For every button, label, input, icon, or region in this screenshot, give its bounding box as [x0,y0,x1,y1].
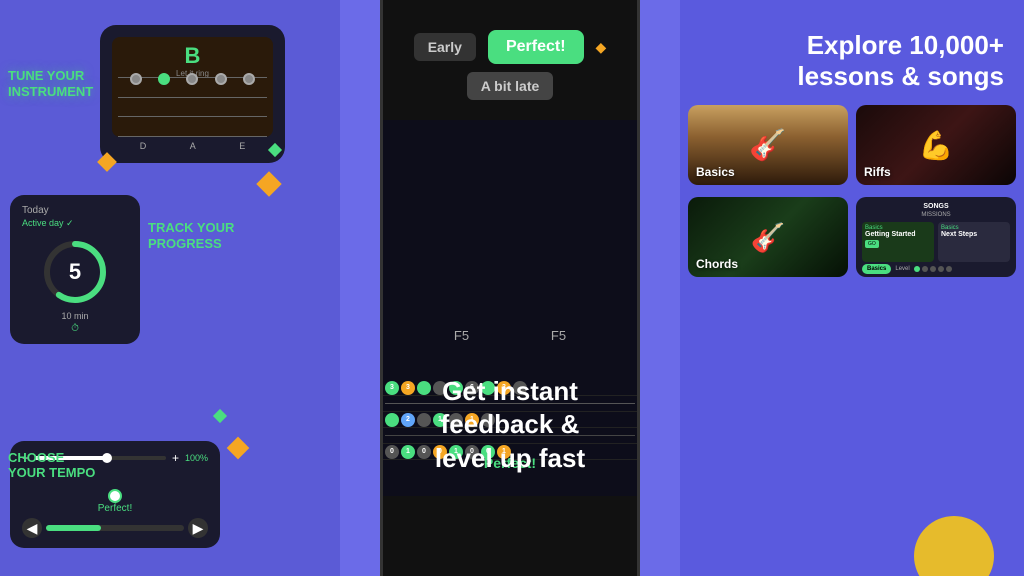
lesson-card-basics[interactable]: 🎸 Basics [688,105,848,185]
plus-icon: + [172,451,179,465]
dot-5 [946,266,952,272]
middle-panel: Early Perfect! ◆ A bit late 5× F5 F5 3 3 [340,0,680,576]
lesson-grid: 🎸 Basics 💪 Riffs 🎸 Chords SONGS MISSIONS… [688,105,1016,277]
note-labels-row: F5 F5 [383,320,637,351]
tempo-progress-track [46,525,184,531]
tune-card: B Let it ring D A E [100,25,285,163]
basics-level-row: Basics Level [862,262,1010,274]
tablet-mockup: SONGS MISSIONS Basics Getting Started GO… [856,197,1016,277]
active-label: Active day ✓ [22,218,128,229]
level-label: Level [895,266,909,272]
getting-started-card[interactable]: Basics Getting Started GO [862,222,934,262]
string-labels: D A E [112,137,273,151]
early-label: Early [414,33,476,61]
prev-button[interactable]: ◀ [22,518,42,538]
basics-label: Basics [696,165,735,179]
dot-4 [938,266,944,272]
diamond-teal-2 [213,409,227,423]
note-display: B [185,43,201,69]
left-panel: TUNE YOURINSTRUMENT B Let it ring D [0,0,340,576]
progress-card: Today Active day ✓ 5 10 min ⏱ [10,195,140,344]
today-label: Today [22,205,128,216]
dot-1 [914,266,920,272]
songs-label: SONGS [862,203,1010,210]
next-steps-label: Next Steps [941,231,1007,238]
yellow-circle-decoration [914,516,994,576]
phone-frame: Early Perfect! ◆ A bit late 5× F5 F5 3 3 [380,0,640,576]
basics-chip: Basics [862,264,891,274]
clock-icon: ⏱ [22,323,128,334]
progress-min-label: 10 min [22,311,128,321]
note-f5-1: F5 [454,328,469,343]
right-panel: Explore 10,000+ lessons & songs 🎸 Basics… [680,0,1024,576]
progress-circle: 5 [40,237,110,307]
perfect-label: Perfect! [488,30,584,64]
level-dots [914,266,952,272]
fretboard: B Let it ring [112,37,273,137]
getting-started-label: Getting Started [865,231,931,238]
track-label: TRACK YOURPROGRESS [148,220,234,251]
tune-label: TUNE YOURINSTRUMENT [8,68,93,99]
diamond-decoration-2 [256,171,281,196]
progress-number: 5 [69,259,81,285]
late-label: A bit late [467,72,554,100]
tempo-perfect-label: Perfect! [22,503,208,514]
feedback-row: Early Perfect! ◆ [414,30,607,64]
dot-2 [922,266,928,272]
next-steps-card[interactable]: Basics Next Steps [938,222,1010,262]
speed-label: 100% [185,453,208,463]
note-f5-2: F5 [551,328,566,343]
chords-label: Chords [696,257,738,271]
go-button[interactable]: GO [865,240,879,248]
tempo-label: CHOOSEYOUR TEMPO [8,450,95,481]
missions-label: MISSIONS [862,212,1010,218]
tempo-bar-row: ◀ ▶ [22,518,208,538]
riffs-label: Riffs [864,165,891,179]
lesson-card-chords[interactable]: 🎸 Chords [688,197,848,277]
big-feedback-text: Get instant feedback & level up fast [340,375,680,476]
right-headline: Explore 10,000+ lessons & songs [797,30,1004,92]
feedback-area: Early Perfect! ◆ A bit late [383,30,637,100]
diamond-3 [227,437,250,460]
dot-3 [930,266,936,272]
lesson-card-riffs[interactable]: 💪 Riffs [856,105,1016,185]
diamond-icon: ◆ [596,39,607,56]
next-button[interactable]: ▶ [188,518,208,538]
